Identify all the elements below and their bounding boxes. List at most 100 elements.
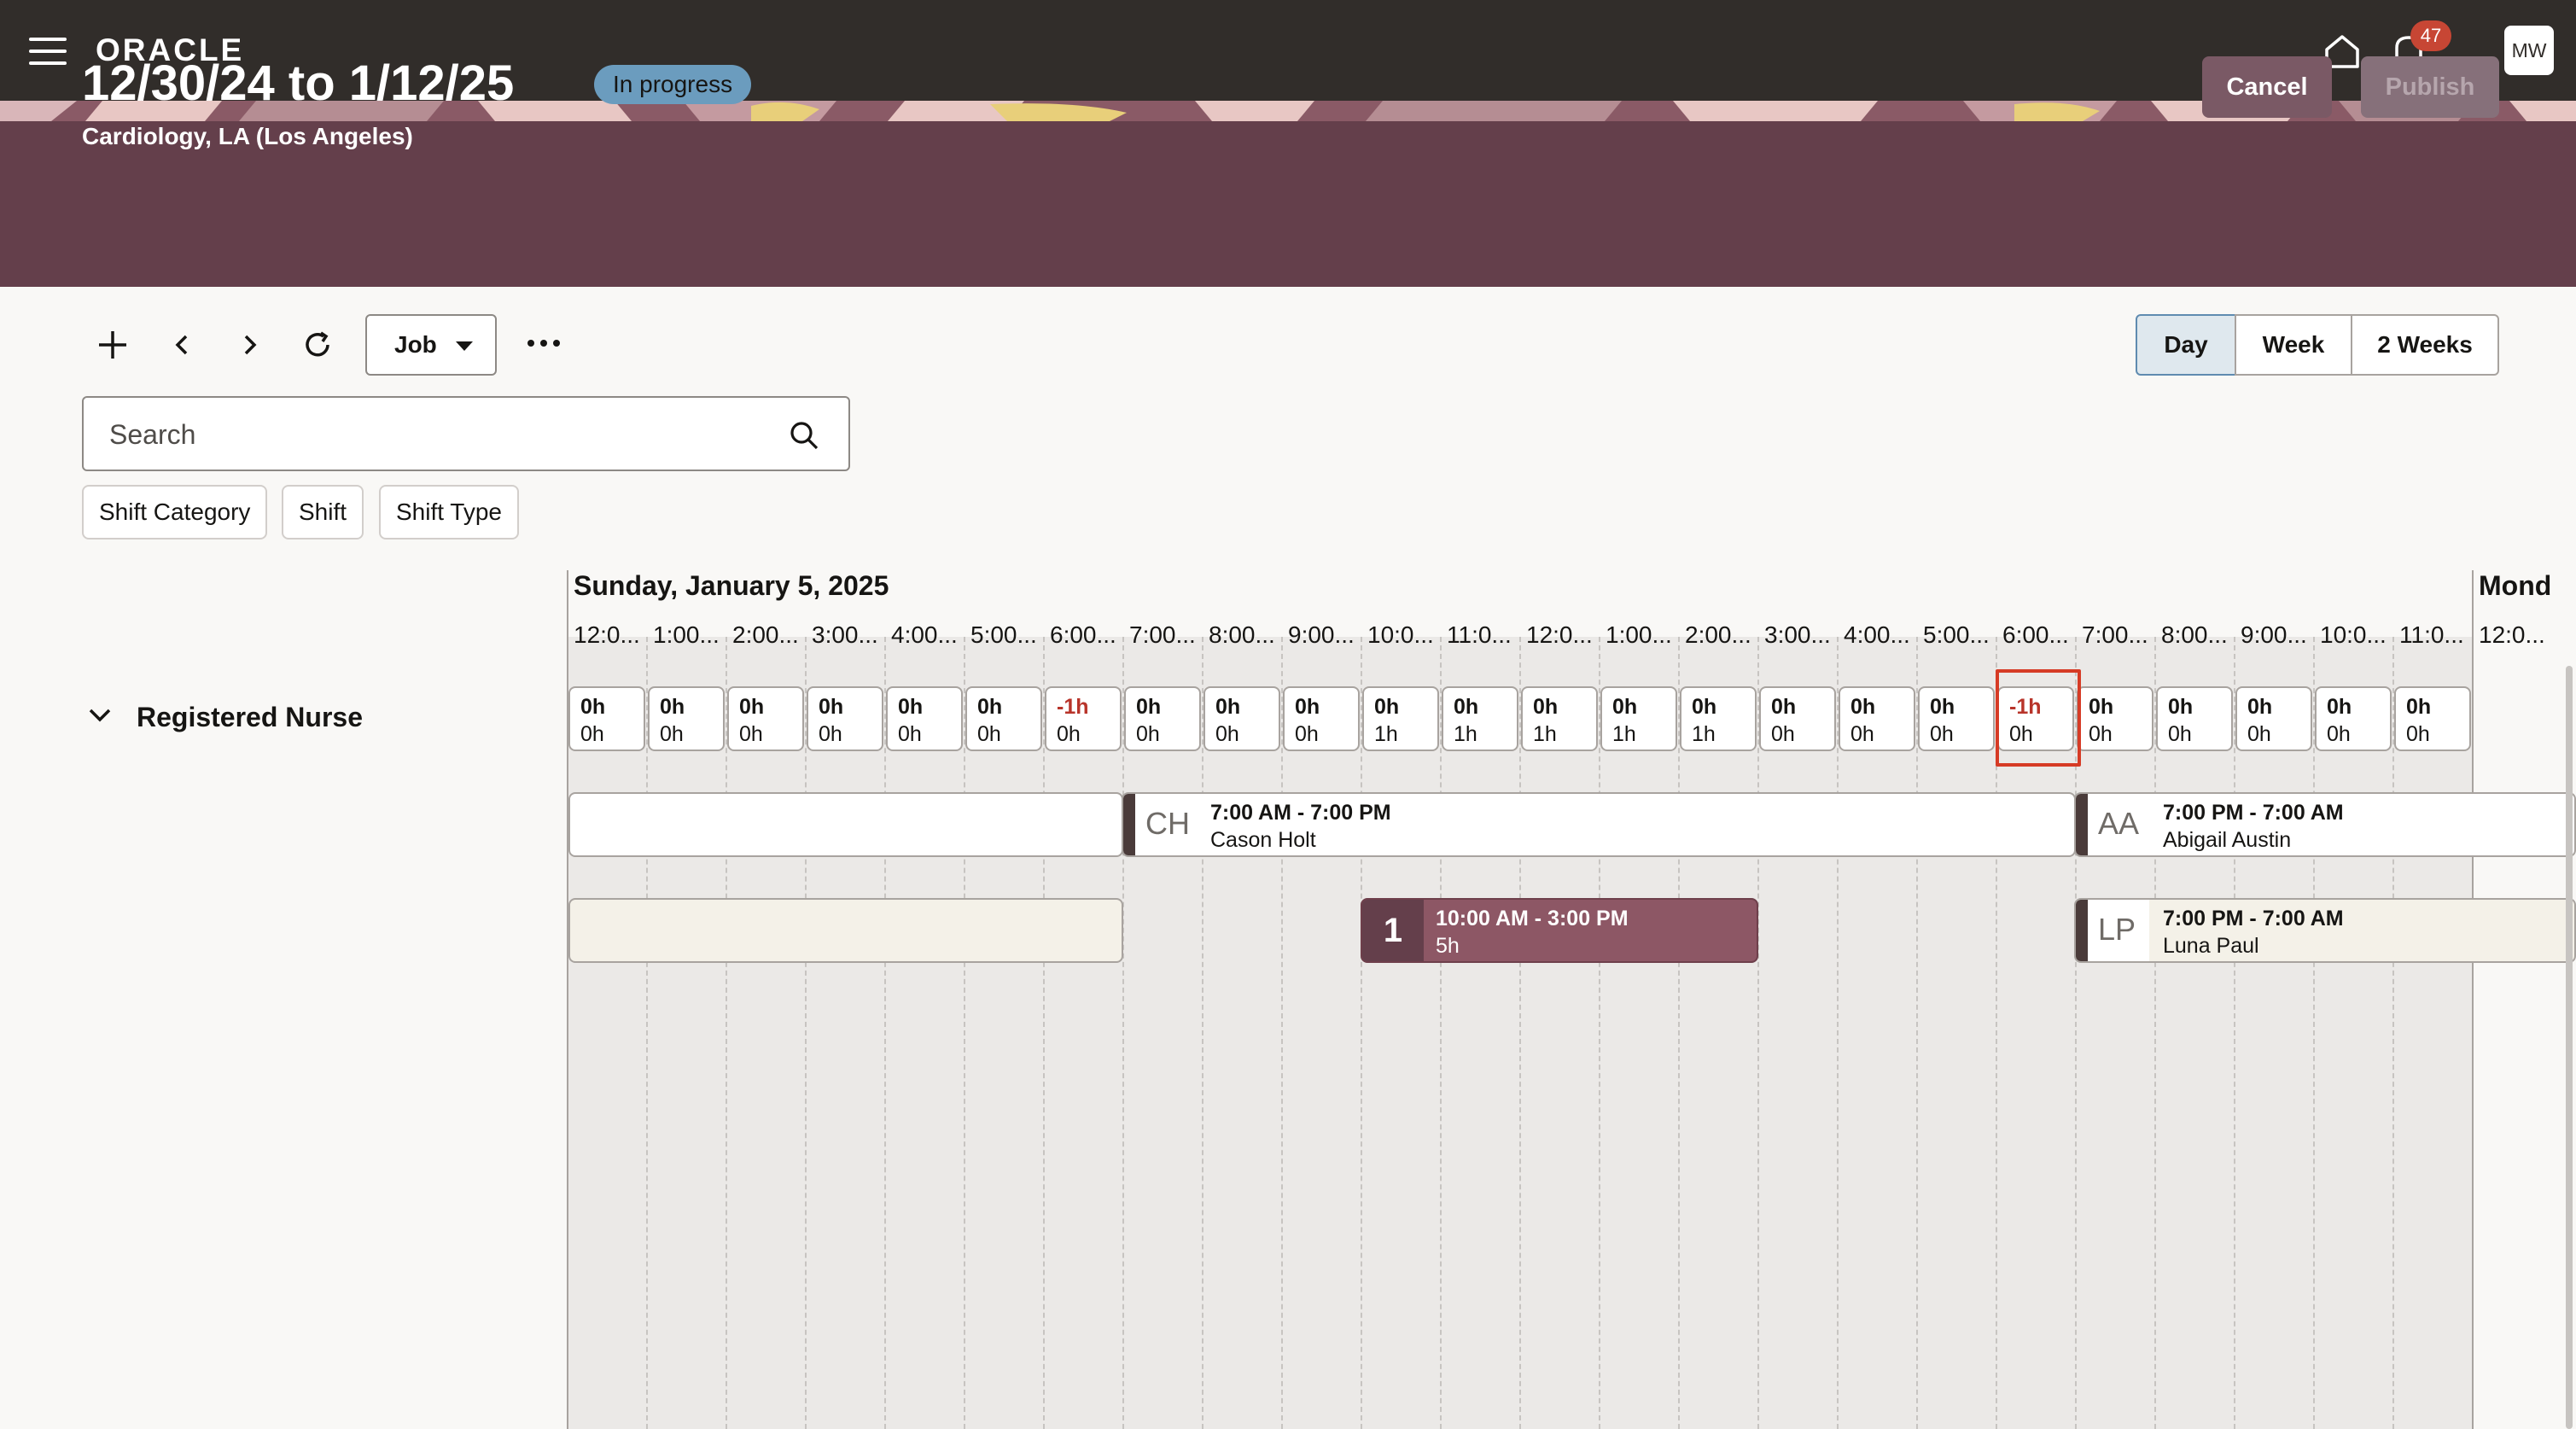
- coverage-cell[interactable]: 0h 0h: [1918, 686, 1995, 751]
- hour-label: 5:00...: [1923, 621, 1990, 648]
- shift-time: 7:00 AM - 7:00 PM: [1210, 801, 1391, 825]
- coverage-scheduled: 0h: [580, 695, 606, 719]
- open-shift[interactable]: 1 10:00 AM - 3:00 PM 5h: [1361, 898, 1758, 963]
- schedule-grid: [567, 637, 2472, 1429]
- coverage-scheduled: 0h: [1454, 695, 1479, 719]
- coverage-scheduled: 0h: [819, 695, 844, 719]
- hour-label: 9:00...: [1288, 621, 1355, 648]
- hour-label: 4:00...: [1844, 621, 1910, 648]
- coverage-cell[interactable]: 0h 0h: [1283, 686, 1360, 751]
- shift-time: 7:00 PM - 7:00 AM: [2163, 801, 2344, 825]
- hour-label: 9:00...: [2241, 621, 2307, 648]
- coverage-scheduled: 0h: [1612, 695, 1638, 719]
- view-day-button[interactable]: Day: [2136, 314, 2236, 376]
- shift-empty-slot[interactable]: [568, 792, 1123, 857]
- shift-luna-paul[interactable]: LP 7:00 PM - 7:00 AM Luna Paul: [2074, 898, 2576, 963]
- grid-line: [1440, 637, 1442, 1429]
- previous-chevron-icon[interactable]: [162, 324, 203, 365]
- hour-label: 8:00...: [1209, 621, 1275, 648]
- coverage-required: 0h: [898, 722, 922, 746]
- hour-label: 12:0...: [2479, 621, 2545, 648]
- coverage-cell[interactable]: 0h 0h: [2315, 686, 2392, 751]
- coverage-scheduled: 0h: [739, 695, 765, 719]
- schedule-date: Sunday, January 5, 2025: [574, 570, 889, 601]
- job-select[interactable]: Job: [365, 314, 497, 376]
- coverage-cell[interactable]: 0h 1h: [1442, 686, 1518, 751]
- cancel-button[interactable]: Cancel: [2202, 56, 2332, 118]
- coverage-cell[interactable]: 0h 0h: [2077, 686, 2153, 751]
- filter-chip-shift[interactable]: Shift: [282, 485, 364, 540]
- next-chevron-icon[interactable]: [229, 324, 270, 365]
- coverage-required: 0h: [1850, 722, 1874, 746]
- coverage-scheduled: 0h: [2168, 695, 2194, 719]
- coverage-cell[interactable]: 0h 0h: [1124, 686, 1201, 751]
- job-select-label: Job: [394, 331, 437, 358]
- hour-label: 3:00...: [812, 621, 878, 648]
- shift-person: Cason Holt: [1210, 828, 1316, 852]
- search-icon[interactable]: [789, 420, 819, 451]
- caret-down-icon: [456, 341, 473, 351]
- coverage-required: 0h: [2327, 722, 2351, 746]
- coverage-required: 1h: [1374, 722, 1398, 746]
- coverage-cell[interactable]: 0h 0h: [727, 686, 804, 751]
- chevron-down-icon[interactable]: [87, 707, 113, 724]
- view-week-button[interactable]: Week: [2235, 314, 2352, 376]
- open-shift-count: 1: [1362, 900, 1424, 961]
- shift-abigail-austin[interactable]: AA 7:00 PM - 7:00 AM Abigail Austin: [2074, 792, 2576, 857]
- coverage-scheduled: 0h: [1850, 695, 1876, 719]
- coverage-cell[interactable]: 0h 0h: [807, 686, 883, 751]
- coverage-cell[interactable]: 0h 0h: [2235, 686, 2312, 751]
- coverage-cell[interactable]: 0h 0h: [1759, 686, 1836, 751]
- coverage-cell[interactable]: 0h 0h: [648, 686, 725, 751]
- grid-line: [805, 637, 807, 1429]
- shift-cason-holt[interactable]: CH 7:00 AM - 7:00 PM Cason Holt: [1122, 792, 2076, 857]
- shift-time: 10:00 AM - 3:00 PM: [1436, 907, 1629, 930]
- grid-line: [1678, 637, 1680, 1429]
- coverage-required: 0h: [1136, 722, 1160, 746]
- publish-button[interactable]: Publish: [2361, 56, 2499, 118]
- coverage-cell[interactable]: 0h 0h: [1203, 686, 1280, 751]
- view-2-weeks-button[interactable]: 2 Weeks: [2351, 314, 2499, 376]
- add-icon[interactable]: [92, 324, 133, 365]
- shift-empty-cream-slot[interactable]: [568, 898, 1123, 963]
- grid-line: [2313, 637, 2315, 1429]
- hour-label: 10:0...: [1367, 621, 1434, 648]
- hour-label: 12:0...: [1526, 621, 1593, 648]
- filter-chip-shift-type[interactable]: Shift Type: [379, 485, 520, 540]
- user-avatar[interactable]: MW: [2504, 26, 2554, 75]
- coverage-cell[interactable]: 0h 0h: [568, 686, 645, 751]
- shift-initials: LP: [2098, 912, 2136, 947]
- coverage-cell[interactable]: 0h 1h: [1680, 686, 1757, 751]
- coverage-required: 0h: [1771, 722, 1795, 746]
- coverage-cell[interactable]: 0h 0h: [2156, 686, 2233, 751]
- coverage-scheduled: 0h: [898, 695, 924, 719]
- coverage-cell[interactable]: 0h 1h: [1521, 686, 1598, 751]
- hamburger-menu-icon[interactable]: [29, 38, 67, 65]
- refresh-icon[interactable]: [297, 324, 338, 365]
- more-options-icon[interactable]: [527, 338, 562, 348]
- filter-chip-shift-category[interactable]: Shift Category: [82, 485, 268, 540]
- coverage-scheduled: 0h: [2247, 695, 2273, 719]
- row-label-registered-nurse[interactable]: Registered Nurse: [137, 702, 363, 733]
- coverage-required: 0h: [1057, 722, 1081, 746]
- coverage-cell[interactable]: 0h 1h: [1362, 686, 1439, 751]
- status-badge: In progress: [594, 65, 752, 104]
- coverage-cell[interactable]: 0h 1h: [1600, 686, 1677, 751]
- coverage-cell[interactable]: 0h 0h: [886, 686, 963, 751]
- coverage-scheduled: 0h: [660, 695, 685, 719]
- coverage-cell[interactable]: 0h 0h: [965, 686, 1042, 751]
- vertical-scrollbar[interactable]: [2566, 666, 2573, 1429]
- next-date: Mond: [2479, 570, 2552, 601]
- coverage-cell[interactable]: 0h 0h: [2394, 686, 2471, 751]
- coverage-cell[interactable]: 0h 0h: [1839, 686, 1915, 751]
- coverage-scheduled: 0h: [2406, 695, 2432, 719]
- coverage-scheduled: 0h: [1692, 695, 1717, 719]
- search-box: [82, 396, 850, 471]
- coverage-required: 1h: [1692, 722, 1716, 746]
- grid-line: [964, 637, 965, 1429]
- coverage-required: 0h: [977, 722, 1001, 746]
- grid-line: [726, 637, 727, 1429]
- coverage-cell[interactable]: -1h 0h: [1045, 686, 1122, 751]
- search-input[interactable]: [109, 413, 758, 456]
- grid-line: [2392, 637, 2394, 1429]
